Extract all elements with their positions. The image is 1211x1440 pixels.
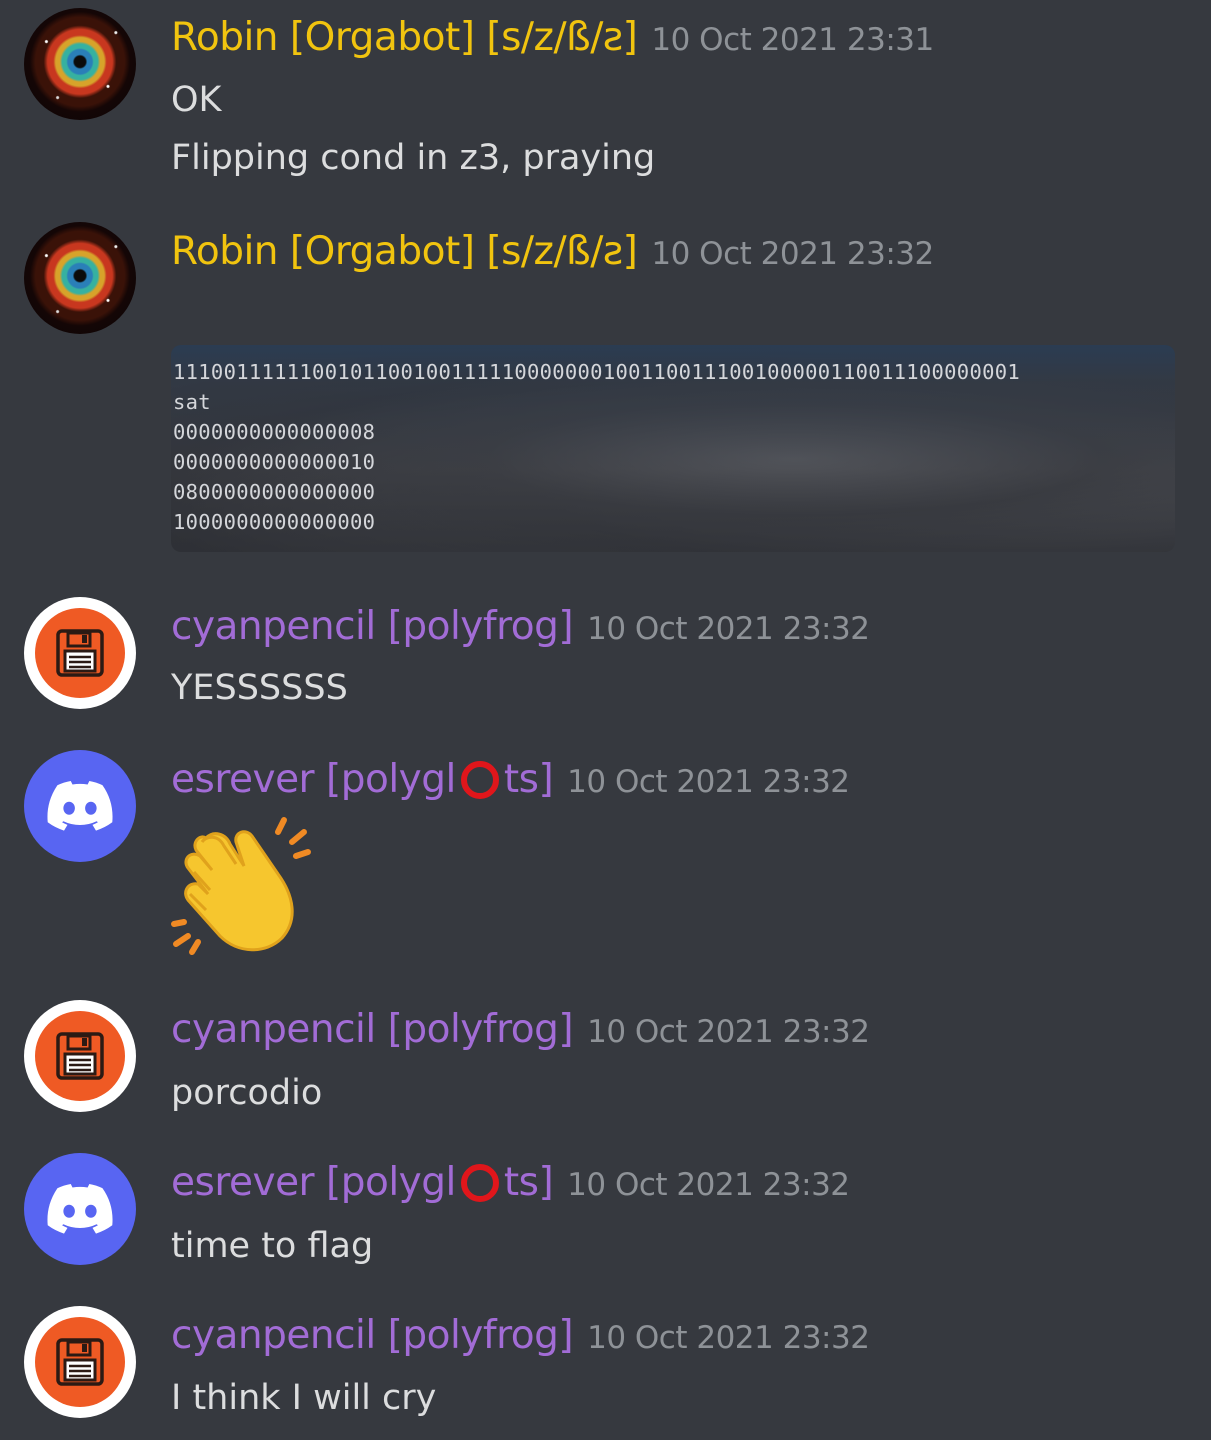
discord-logo-icon: [47, 781, 113, 831]
timestamp: 10 Oct 2021 23:32: [587, 611, 870, 647]
clapping-hands-emoji[interactable]: [166, 812, 316, 962]
username[interactable]: esrever [polygl ts]: [171, 1160, 554, 1205]
floppy-disk-icon: [54, 1030, 106, 1082]
timestamp: 10 Oct 2021 23:32: [651, 236, 934, 272]
code-text: 1110011111100101100100111110000000100110…: [173, 360, 1021, 534]
message-text: Flipping cond in z3, praying: [171, 138, 656, 178]
username[interactable]: Robin [Orgabot] [s/z/ß/ƨ]: [171, 229, 638, 274]
message-text: porcodio: [171, 1073, 323, 1113]
timestamp: 10 Oct 2021 23:32: [587, 1320, 870, 1356]
discord-logo-icon: [47, 1184, 113, 1234]
message-text: time to flag: [171, 1226, 374, 1266]
user-avatar[interactable]: [24, 1000, 136, 1112]
timestamp: 10 Oct 2021 23:32: [567, 1167, 850, 1203]
user-avatar[interactable]: [24, 1153, 136, 1265]
code-block-image[interactable]: 1110011111100101100100111110000000100110…: [171, 345, 1175, 552]
message-text: I think I will cry: [171, 1378, 437, 1418]
red-circle-icon: [460, 761, 499, 799]
user-avatar[interactable]: [24, 222, 136, 334]
user-avatar[interactable]: [24, 597, 136, 709]
message-text: OK: [171, 80, 222, 120]
user-avatar[interactable]: [24, 8, 136, 120]
timestamp: 10 Oct 2021 23:32: [567, 764, 850, 800]
message-text: YESSSSSS: [171, 668, 348, 708]
red-circle-icon: [460, 1164, 499, 1202]
user-avatar[interactable]: [24, 750, 136, 862]
username[interactable]: cyanpencil [polyfrog]: [171, 604, 574, 649]
floppy-disk-icon: [54, 1336, 106, 1388]
timestamp: 10 Oct 2021 23:32: [587, 1014, 870, 1050]
user-avatar[interactable]: [24, 1306, 136, 1418]
username[interactable]: cyanpencil [polyfrog]: [171, 1313, 574, 1358]
username[interactable]: esrever [polygl ts]: [171, 757, 554, 802]
username[interactable]: cyanpencil [polyfrog]: [171, 1007, 574, 1052]
timestamp: 10 Oct 2021 23:31: [651, 22, 934, 58]
floppy-disk-icon: [54, 627, 106, 679]
username[interactable]: Robin [Orgabot] [s/z/ß/ƨ]: [171, 15, 638, 60]
